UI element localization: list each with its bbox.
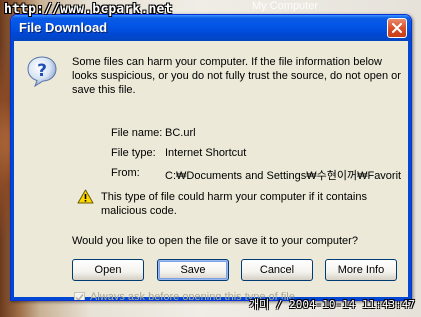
file-type-value: Internet Shortcut (165, 147, 247, 159)
warning-message: Some files can harm your computer. If th… (72, 56, 401, 96)
close-icon (392, 23, 402, 33)
cancel-button[interactable]: Cancel (241, 259, 313, 281)
desktop-icon-label[interactable]: My Computer (252, 0, 318, 12)
watermark-author-date: 개미 / 2004-10-14 11:43:47 (249, 298, 415, 311)
from-value: C:₩Documents and Settings₩수현이꺼₩Favorit (165, 170, 402, 182)
dialog-title: File Download (19, 20, 108, 35)
close-button[interactable] (387, 18, 407, 38)
check-icon (75, 293, 84, 300)
svg-text:?: ? (37, 61, 47, 81)
file-download-dialog: File Download ? Some files can harm your… (10, 14, 412, 301)
save-button[interactable]: Save (157, 259, 229, 281)
open-button[interactable]: Open (72, 259, 144, 281)
file-name-value: BC.url (165, 127, 196, 139)
watermark-url: http://www.bcpark.net (4, 2, 173, 17)
dialog-body: ? Some files can harm your computer. If … (14, 41, 408, 300)
title-bar[interactable]: File Download (11, 15, 411, 41)
more-info-button[interactable]: More Info (325, 259, 397, 281)
open-or-save-question: Would you like to open the file or save … (72, 235, 358, 247)
always-ask-checkbox[interactable] (74, 291, 85, 300)
harm-warning-text: This type of file could harm your comput… (101, 191, 367, 217)
question-icon: ? (26, 55, 58, 91)
warning-icon (77, 189, 94, 208)
